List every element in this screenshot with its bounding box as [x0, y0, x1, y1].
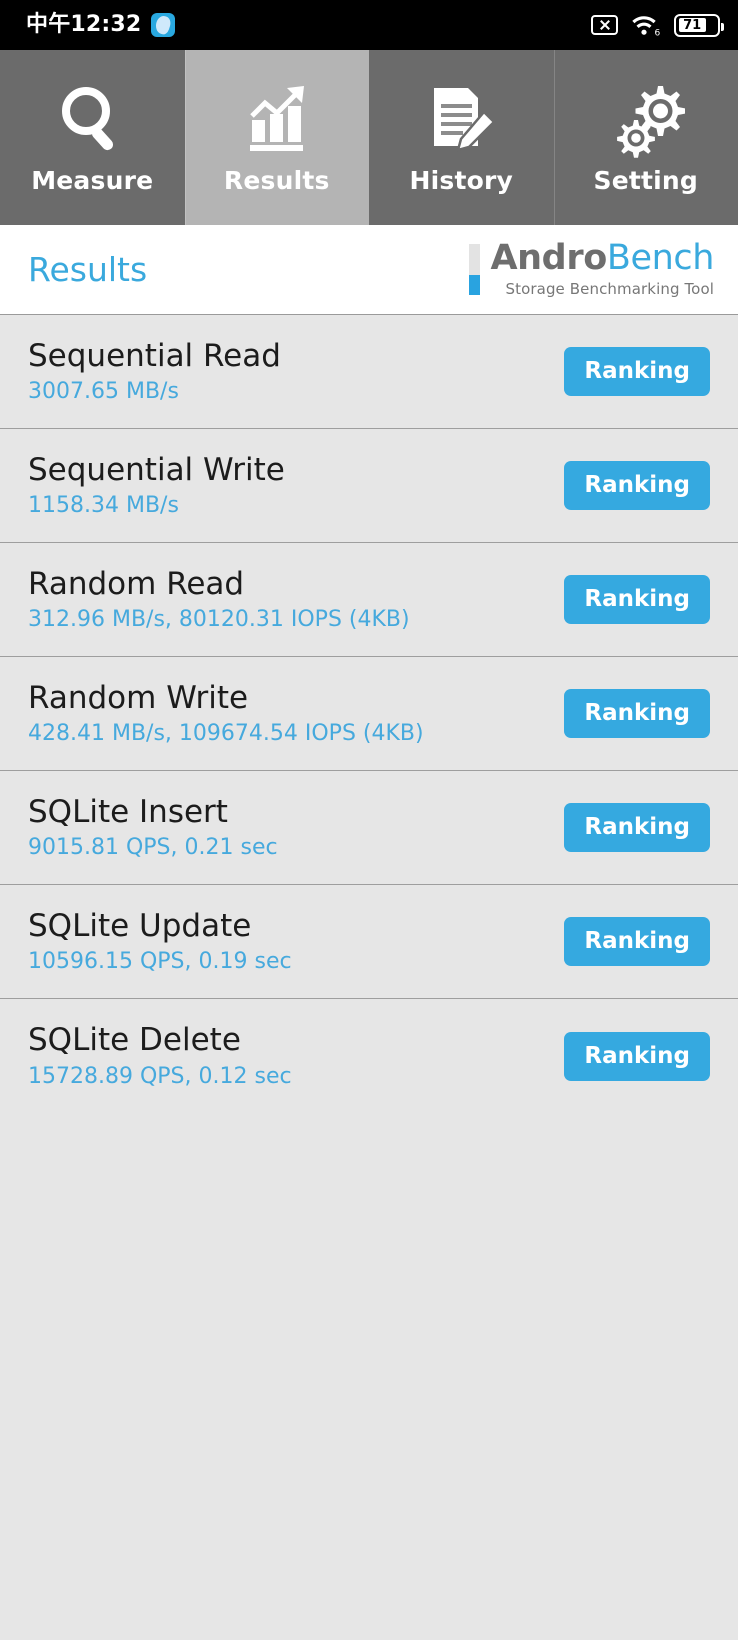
result-value: 3007.65 MB/s [28, 379, 179, 405]
result-title: SQLite Update [28, 907, 252, 944]
svg-text:6: 6 [655, 29, 661, 38]
result-value: 1158.34 MB/s [28, 493, 179, 519]
row-texts: Sequential Write 1158.34 MB/s [28, 454, 285, 518]
document-pencil-icon [422, 80, 500, 158]
logo-primary: Andro [490, 238, 607, 278]
result-title: Random Write [28, 679, 249, 716]
row-texts: SQLite Insert 9015.81 QPS, 0.21 sec [28, 796, 278, 860]
battery-icon: 71 [674, 13, 724, 37]
logo-text: AndroBench Storage Benchmarking Tool [490, 241, 714, 299]
result-title: Sequential Write [28, 451, 285, 488]
app-badge-icon [151, 13, 176, 37]
result-title: SQLite Insert [28, 793, 228, 830]
status-bar-left: 中午12:32 [26, 12, 176, 37]
wifi-6-icon: 6 [631, 13, 661, 39]
battery-level: 71 [683, 17, 702, 33]
tab-setting-label: Setting [593, 166, 699, 195]
table-row[interactable]: SQLite Insert 9015.81 QPS, 0.21 sec Rank… [0, 771, 738, 885]
tab-results[interactable]: Results [184, 50, 369, 225]
result-value: 10596.15 QPS, 0.19 sec [28, 949, 292, 975]
ranking-button[interactable]: Ranking [564, 1031, 710, 1081]
status-bar-right: 6 71 [591, 13, 724, 39]
result-title: Sequential Read [28, 337, 281, 374]
logo-bar-icon [469, 243, 481, 296]
result-value: 428.41 MB/s, 109674.54 IOPS (4KB) [28, 721, 424, 747]
clock: 中午12:32 [26, 12, 142, 37]
row-texts: SQLite Update 10596.15 QPS, 0.19 sec [28, 910, 292, 974]
row-texts: Random Read 312.96 MB/s, 80120.31 IOPS (… [28, 568, 410, 632]
tab-setting[interactable]: Setting [553, 50, 738, 225]
table-row[interactable]: Sequential Write 1158.34 MB/s Ranking [0, 429, 738, 543]
tab-history-label: History [409, 166, 514, 195]
result-value: 9015.81 QPS, 0.21 sec [28, 835, 278, 861]
phone-screen: 中午12:32 6 71 Measure Results History Set… [0, 0, 738, 1640]
logo-secondary: Bench [606, 238, 715, 278]
tab-results-label: Results [223, 166, 330, 195]
table-row[interactable]: Random Read 312.96 MB/s, 80120.31 IOPS (… [0, 543, 738, 657]
result-title: Random Read [28, 565, 245, 602]
status-bar: 中午12:32 6 71 [0, 0, 738, 50]
bar-chart-icon [238, 80, 316, 158]
row-texts: Random Write 428.41 MB/s, 109674.54 IOPS… [28, 682, 424, 746]
logo-wordmark: AndroBench [490, 241, 714, 276]
table-row[interactable]: SQLite Update 10596.15 QPS, 0.19 sec Ran… [0, 885, 738, 999]
page-header: Results AndroBench Storage Benchmarking … [0, 225, 738, 315]
androbench-logo: AndroBench Storage Benchmarking Tool [469, 241, 714, 298]
top-tab-bar: Measure Results History Setting [0, 50, 738, 225]
ranking-button[interactable]: Ranking [564, 461, 710, 510]
magnifier-icon [53, 80, 131, 158]
tab-measure[interactable]: Measure [0, 50, 185, 225]
table-row[interactable]: Sequential Read 3007.65 MB/s Ranking [0, 315, 738, 429]
gears-icon [607, 80, 685, 158]
result-title: SQLite Delete [28, 1022, 241, 1059]
results-list: Sequential Read 3007.65 MB/s Ranking Seq… [0, 315, 738, 1113]
table-row[interactable]: SQLite Delete 15728.89 QPS, 0.12 sec Ran… [0, 999, 738, 1113]
page-title: Results [28, 250, 148, 289]
no-sim-icon [591, 15, 618, 35]
row-texts: Sequential Read 3007.65 MB/s [28, 340, 281, 404]
ranking-button[interactable]: Ranking [564, 917, 710, 966]
table-row[interactable]: Random Write 428.41 MB/s, 109674.54 IOPS… [0, 657, 738, 771]
ranking-button[interactable]: Ranking [564, 803, 710, 852]
ranking-button[interactable]: Ranking [564, 347, 710, 396]
tab-measure-label: Measure [31, 166, 154, 195]
logo-tagline: Storage Benchmarking Tool [505, 280, 714, 298]
row-texts: SQLite Delete 15728.89 QPS, 0.12 sec [28, 1024, 292, 1088]
result-value: 15728.89 QPS, 0.12 sec [28, 1063, 292, 1089]
ranking-button[interactable]: Ranking [564, 575, 710, 624]
tab-history[interactable]: History [369, 50, 554, 225]
ranking-button[interactable]: Ranking [564, 689, 710, 738]
result-value: 312.96 MB/s, 80120.31 IOPS (4KB) [28, 607, 410, 633]
